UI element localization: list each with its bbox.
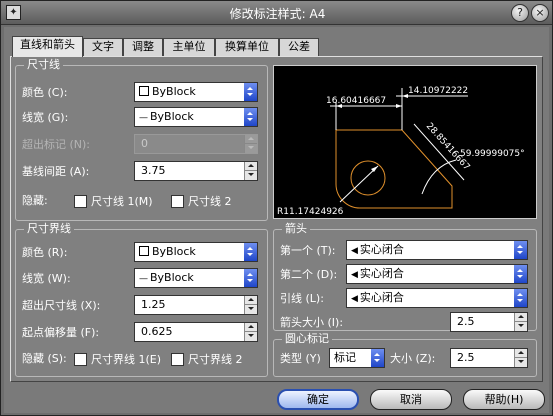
dim-baseline-label: 基线间距 (A): — [22, 165, 90, 178]
close-icon[interactable]: × — [531, 4, 549, 22]
tab-primary-units[interactable]: 主单位 — [163, 38, 215, 56]
spin-up-icon[interactable] — [244, 323, 257, 332]
ok-button[interactable]: 确定 — [277, 389, 359, 410]
dim-color-label: 颜色 (C): — [22, 86, 68, 99]
dropdown-arrow-icon[interactable] — [244, 83, 257, 101]
dim-color-select[interactable]: ByBlock — [134, 82, 258, 102]
color-swatch-icon — [139, 246, 149, 256]
dim-text-radius: R11.17424926 — [277, 207, 344, 217]
spin-up-icon — [244, 135, 257, 144]
ext-lines-group: 尺寸界线 颜色 (R): ByBlock 线宽 (W): — ByBlock 超出… — [15, 223, 268, 377]
arrow-first-select[interactable]: ◀ 实心闭合 — [346, 240, 528, 260]
dropdown-arrow-icon[interactable] — [371, 349, 384, 367]
dropdown-arrow-icon[interactable] — [244, 108, 257, 126]
ext-lineweight-select[interactable]: — ByBlock — [134, 268, 258, 288]
dropdown-arrow-icon[interactable] — [514, 265, 527, 283]
spin-up-icon[interactable] — [244, 296, 257, 305]
color-swatch-icon — [139, 86, 149, 96]
title-bar[interactable]: ✦ 修改标注样式: A4 ? × — [1, 1, 552, 25]
spin-down-icon[interactable] — [244, 332, 257, 341]
arrow-leader-label: 引线 (L): — [280, 292, 324, 305]
spin-down-icon[interactable] — [244, 305, 257, 314]
arrowheads-group: 箭头 第一个 (T): ◀ 实心闭合 第二个 (D): ◀ 实心闭合 引线 (L):… — [273, 223, 537, 332]
spin-down-icon — [244, 144, 257, 153]
arrow-size-label: 箭头大小 (I): — [280, 316, 344, 329]
ext-extend-label: 超出尺寸线 (X): — [22, 299, 101, 312]
center-type-label: 类型 (Y) — [280, 352, 321, 365]
center-size-label: 大小 (Z): — [390, 352, 436, 365]
suppress-extline1-checkbox[interactable]: 尺寸界线 1(E) — [74, 351, 161, 367]
ext-lineweight-label: 线宽 (W): — [22, 272, 71, 285]
arrow-size-input[interactable]: 2.5 — [450, 312, 528, 332]
preview-canvas: 14.10972222 16.60416667 28.85416667 59.9… — [273, 65, 537, 219]
part-hole — [350, 160, 386, 196]
center-marks-group: 圆心标记 类型 (Y) 标记 大小 (Z): 2.5 — [273, 333, 537, 377]
arrowhead-icon: ◀ — [351, 270, 358, 280]
arrow-second-label: 第二个 (D): — [280, 268, 338, 281]
arrow-first-label: 第一个 (T): — [280, 244, 336, 257]
help-button[interactable]: 帮助(H) — [463, 389, 545, 410]
tab-text[interactable]: 文字 — [83, 38, 123, 56]
dropdown-arrow-icon[interactable] — [514, 289, 527, 307]
preview-geometry — [335, 129, 453, 209]
arrow-leader-select[interactable]: ◀ 实心闭合 — [346, 288, 528, 308]
dim-text-angle: 59.99999075° — [460, 149, 525, 159]
ext-extend-input[interactable]: 1.25 — [134, 295, 258, 315]
ext-offset-input[interactable]: 0.625 — [134, 322, 258, 342]
dim-suppress-label: 隐藏: — [22, 194, 48, 207]
tab-lines-arrows[interactable]: 直线和箭头 — [12, 36, 83, 57]
dim-lineweight-label: 线宽 (G): — [22, 111, 69, 124]
dim-baseline-input[interactable]: 3.75 — [134, 161, 258, 181]
help-title-button[interactable]: ? — [511, 4, 529, 22]
ext-offset-label: 起点偏移量 (F): — [22, 326, 100, 339]
spin-down-icon[interactable] — [514, 358, 527, 367]
dim-text-left: 16.60416667 — [326, 96, 386, 106]
dialog-window: ✦ 修改标注样式: A4 ? × 直线和箭头 文字 调整 主单位 换算单位 公差… — [0, 0, 553, 416]
line-sample-icon: — — [139, 113, 148, 123]
center-size-input[interactable]: 2.5 — [450, 348, 528, 368]
spin-down-icon[interactable] — [514, 322, 527, 331]
suppress-extline2-checkbox[interactable]: 尺寸界线 2 — [171, 351, 243, 367]
dim-lines-title: 尺寸线 — [24, 59, 63, 71]
spin-down-icon[interactable] — [244, 171, 257, 180]
ext-suppress-label: 隐藏 (S): — [22, 352, 67, 365]
tab-tolerances[interactable]: 公差 — [279, 38, 319, 56]
dialog-body: 直线和箭头 文字 调整 主单位 换算单位 公差 尺寸线 颜色 (C): ByBl… — [4, 27, 549, 413]
dropdown-arrow-icon[interactable] — [514, 241, 527, 259]
arrowhead-icon: ◀ — [351, 246, 358, 256]
tab-alternate-units[interactable]: 换算单位 — [215, 38, 279, 56]
dim-lines-group: 尺寸线 颜色 (C): ByBlock 线宽 (G): — ByBlock 超出标… — [15, 59, 268, 221]
dim-text-diag: 28.85416667 — [424, 121, 472, 172]
tab-fit[interactable]: 调整 — [123, 38, 163, 56]
dim-text-top: 14.10972222 — [408, 86, 468, 96]
dropdown-arrow-icon[interactable] — [244, 269, 257, 287]
suppress-dimline2-checkbox[interactable]: 尺寸线 2 — [171, 193, 232, 209]
arrow-second-select[interactable]: ◀ 实心闭合 — [346, 264, 528, 284]
spin-up-icon[interactable] — [514, 349, 527, 358]
ext-lines-title: 尺寸界线 — [24, 223, 74, 235]
center-type-select[interactable]: 标记 — [329, 348, 385, 368]
dim-extend-label: 超出标记 (N): — [22, 138, 91, 151]
arrowhead-icon: ◀ — [351, 294, 358, 304]
dim-extend-input: 0 — [134, 134, 258, 154]
ext-color-label: 颜色 (R): — [22, 246, 68, 259]
spin-up-icon[interactable] — [514, 313, 527, 322]
suppress-dimline1-checkbox[interactable]: 尺寸线 1(M) — [74, 193, 153, 209]
center-marks-title: 圆心标记 — [282, 333, 332, 345]
tab-panel: 尺寸线 颜色 (C): ByBlock 线宽 (G): — ByBlock 超出标… — [10, 56, 543, 382]
preview-drawing: 14.10972222 16.60416667 28.85416667 59.9… — [277, 86, 525, 217]
dim-lineweight-select[interactable]: — ByBlock — [134, 107, 258, 127]
dropdown-arrow-icon[interactable] — [244, 243, 257, 261]
spin-up-icon[interactable] — [244, 162, 257, 171]
arrowheads-title: 箭头 — [282, 223, 310, 235]
ext-color-select[interactable]: ByBlock — [134, 242, 258, 262]
line-sample-icon: — — [139, 274, 148, 284]
cancel-button[interactable]: 取消 — [370, 389, 452, 410]
window-title: 修改标注样式: A4 — [229, 7, 326, 21]
dim-arrowhead — [396, 104, 402, 108]
